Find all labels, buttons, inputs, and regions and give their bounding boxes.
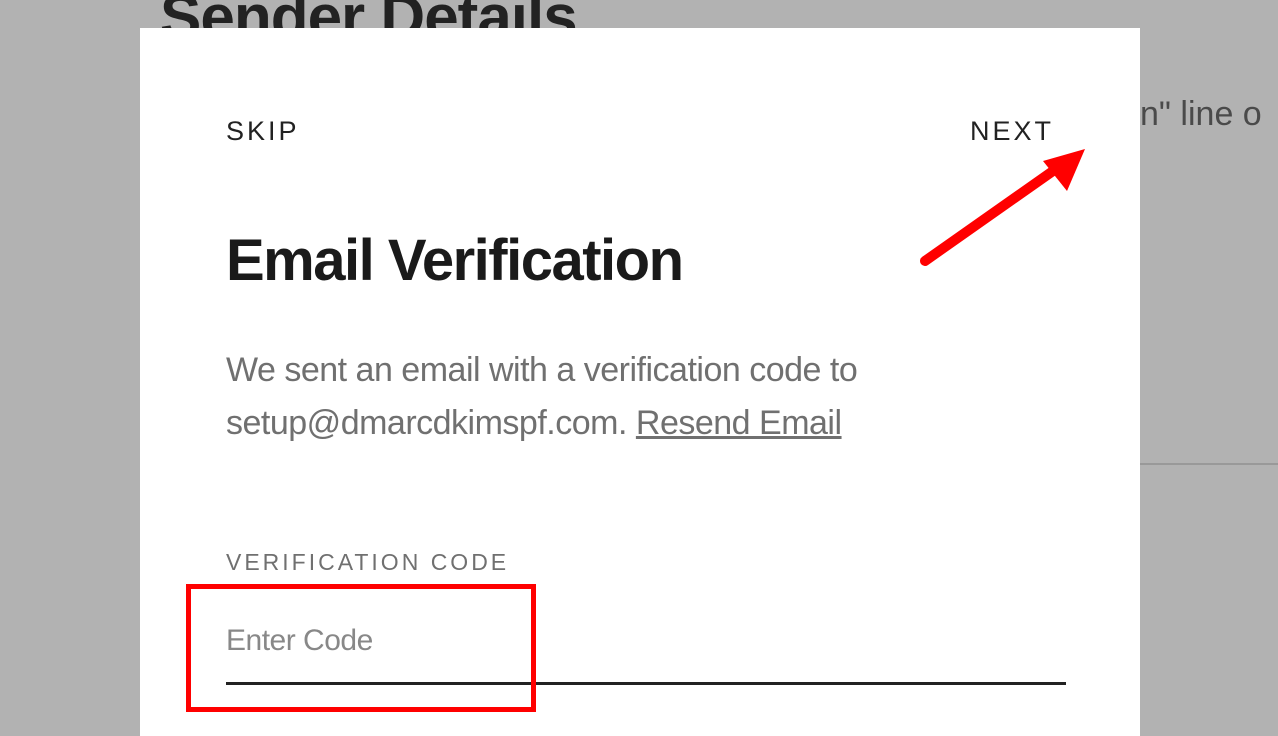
modal-body: Email Verification We sent an email with…	[140, 147, 1140, 685]
verification-email: setup@dmarcdkimspf.com	[226, 404, 618, 442]
description-separator: .	[618, 404, 636, 442]
verification-code-field-wrap	[226, 596, 1054, 685]
email-verification-modal: SKIP NEXT Email Verification We sent an …	[140, 28, 1140, 736]
next-button[interactable]: NEXT	[970, 116, 1054, 147]
background-text-fragment: n" line o	[1140, 95, 1262, 134]
verification-code-input[interactable]	[226, 596, 1066, 685]
modal-nav: SKIP NEXT	[140, 28, 1140, 147]
verification-code-label: VERIFICATION CODE	[226, 549, 1054, 576]
skip-button[interactable]: SKIP	[226, 116, 300, 147]
modal-description: We sent an email with a verification cod…	[226, 344, 1054, 449]
modal-title: Email Verification	[226, 227, 1054, 294]
background-divider	[1140, 463, 1278, 465]
resend-email-link[interactable]: Resend Email	[636, 404, 842, 442]
description-prefix: We sent an email with a verification cod…	[226, 351, 857, 389]
